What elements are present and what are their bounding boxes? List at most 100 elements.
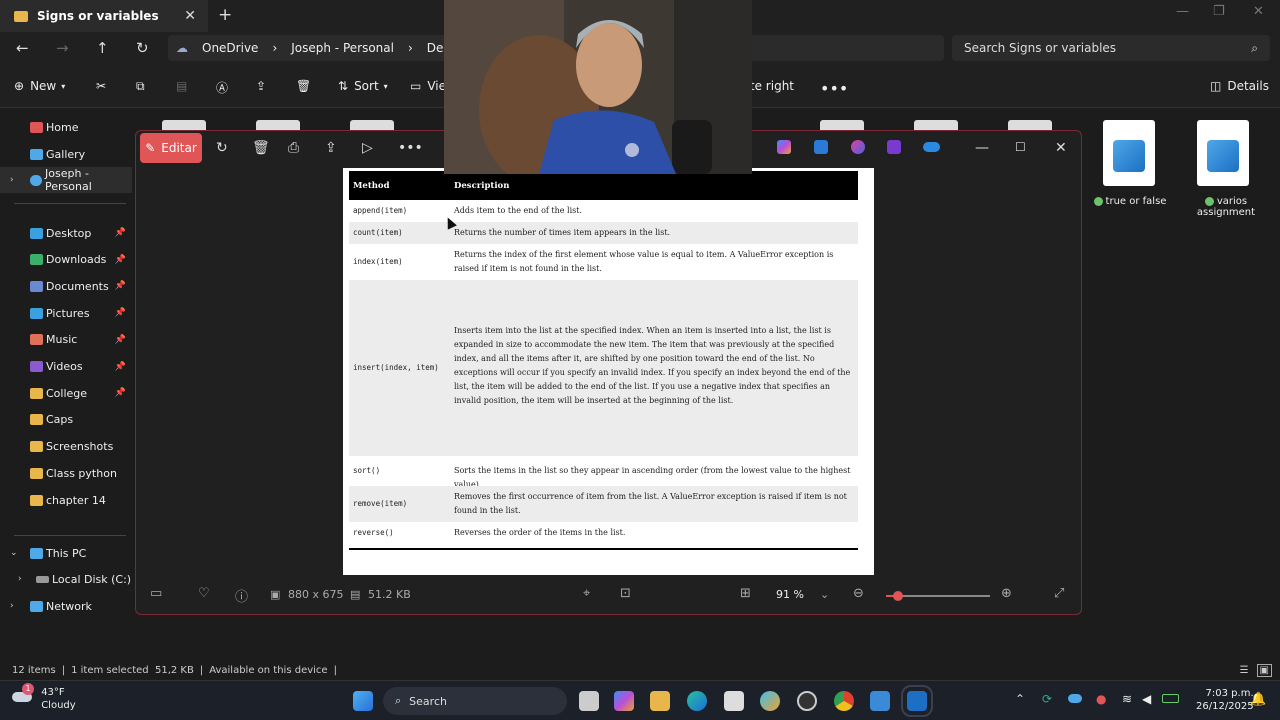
up-arrow-icon[interactable]: ↑ bbox=[96, 39, 109, 57]
designer-icon[interactable] bbox=[851, 140, 865, 154]
tab-signs-or-variables[interactable]: Signs or variables ✕ bbox=[0, 0, 208, 32]
sidebar-item-gallery[interactable]: Gallery bbox=[0, 141, 132, 167]
notification-bell-icon[interactable]: 🔔 bbox=[1250, 692, 1266, 707]
close-window-button[interactable]: ✕ bbox=[1253, 4, 1264, 19]
details-button[interactable]: ◫ Details bbox=[1210, 79, 1269, 93]
onedrive-icon[interactable] bbox=[923, 142, 940, 152]
share-icon[interactable]: ⇪ bbox=[325, 140, 337, 156]
print-icon[interactable]: ⎙ bbox=[288, 140, 299, 156]
share-icon[interactable]: ⇪ bbox=[256, 79, 266, 93]
copilot-icon[interactable] bbox=[614, 691, 634, 711]
more-options-icon[interactable]: ••• bbox=[398, 140, 423, 156]
file-thumbnail[interactable] bbox=[914, 120, 958, 130]
sidebar-item-desktop[interactable]: Desktop 📌 bbox=[0, 220, 132, 246]
new-button[interactable]: ⊕ New ▾ bbox=[14, 79, 65, 93]
favorite-heart-icon[interactable]: ♡ bbox=[198, 586, 210, 601]
onedrive-tray-icon[interactable] bbox=[1068, 694, 1082, 703]
details-view-icon[interactable]: ☰ bbox=[1240, 665, 1249, 676]
maximize-button[interactable]: ❐ bbox=[1213, 4, 1225, 19]
delete-icon[interactable]: 🗑 bbox=[296, 79, 311, 93]
wifi-icon[interactable]: ≋ bbox=[1122, 692, 1132, 706]
paste-icon[interactable]: ▤ bbox=[176, 79, 187, 93]
breadcrumb-onedrive[interactable]: OneDrive bbox=[202, 41, 258, 55]
task-view-icon[interactable] bbox=[579, 691, 599, 711]
start-windows-icon[interactable] bbox=[353, 691, 373, 711]
copy-icon[interactable]: ⧉ bbox=[136, 79, 145, 94]
sidebar-item-network[interactable]: › Network bbox=[0, 593, 132, 619]
info-icon[interactable]: ⓘ bbox=[235, 586, 248, 605]
chevron-right-icon[interactable]: › bbox=[18, 574, 22, 584]
chevron-down-icon[interactable]: ⌄ bbox=[820, 588, 829, 601]
chevron-down-icon[interactable]: ⌄ bbox=[10, 548, 18, 558]
breadcrumb-joseph[interactable]: Joseph - Personal bbox=[291, 41, 394, 55]
maximize-button[interactable]: ☐ bbox=[1015, 140, 1026, 154]
sidebar-item-college[interactable]: College 📌 bbox=[0, 380, 132, 406]
back-arrow-icon[interactable]: ← bbox=[16, 39, 29, 57]
fit-to-window-icon[interactable]: ⊞ bbox=[740, 586, 751, 601]
sidebar-item-documents[interactable]: Documents 📌 bbox=[0, 273, 132, 299]
taskbar-search[interactable]: ⌕ Search bbox=[383, 687, 567, 715]
minimize-button[interactable]: — bbox=[1176, 4, 1189, 19]
chevron-right-icon[interactable]: › bbox=[10, 175, 14, 185]
file-thumbnail-varios-assignment[interactable] bbox=[1197, 120, 1249, 186]
delete-icon[interactable]: 🗑 bbox=[252, 140, 270, 156]
minimize-button[interactable]: — bbox=[975, 140, 989, 156]
sidebar-item-music[interactable]: Music 📌 bbox=[0, 327, 132, 353]
file-thumbnail[interactable] bbox=[1008, 120, 1052, 130]
obs-icon[interactable] bbox=[797, 691, 817, 711]
volume-icon[interactable]: ◀ bbox=[1142, 692, 1151, 706]
clipchamp-icon[interactable] bbox=[887, 140, 901, 154]
sidebar-item-local-disk[interactable]: › Local Disk (C:) bbox=[0, 566, 132, 592]
more-options-icon[interactable]: ••• bbox=[820, 79, 848, 98]
close-tab-icon[interactable]: ✕ bbox=[184, 8, 196, 24]
refresh-icon[interactable]: ↻ bbox=[136, 39, 149, 57]
new-tab-button[interactable]: + bbox=[218, 5, 232, 25]
text-recognition-icon[interactable]: ⊡ bbox=[620, 586, 631, 601]
chevron-up-icon[interactable]: ⌃ bbox=[1015, 692, 1025, 706]
sidebar-item-joseph-personal[interactable]: › Joseph - Personal bbox=[0, 167, 132, 193]
sidebar-item-chapter-14[interactable]: chapter 14 bbox=[0, 487, 132, 513]
sidebar-item-screenshots[interactable]: Screenshots bbox=[0, 434, 132, 460]
file-thumbnail[interactable] bbox=[256, 120, 300, 130]
weather-widget[interactable]: 1 43°F Cloudy bbox=[12, 683, 76, 712]
sidebar-item-this-pc[interactable]: ⌄ This PC bbox=[0, 540, 132, 566]
forward-arrow-icon[interactable]: → bbox=[56, 39, 69, 57]
sidebar-item-pictures[interactable]: Pictures 📌 bbox=[0, 300, 132, 326]
filmstrip-icon[interactable]: ▭ bbox=[150, 586, 162, 601]
zoom-in-icon[interactable]: ⊕ bbox=[1001, 586, 1012, 601]
close-button[interactable]: ✕ bbox=[1055, 140, 1067, 156]
search-box[interactable]: Search Signs or variables ⌕ bbox=[952, 35, 1270, 61]
copilot-icon[interactable] bbox=[777, 140, 791, 154]
sidebar-item-downloads[interactable]: Downloads 📌 bbox=[0, 247, 132, 273]
file-thumbnail[interactable] bbox=[162, 120, 206, 130]
view-button[interactable]: ▭ View bbox=[410, 79, 444, 93]
photos-icon[interactable] bbox=[901, 685, 933, 717]
edit-button[interactable]: ✎ Editar bbox=[140, 133, 202, 163]
sort-button[interactable]: ⇅ Sort ▾ bbox=[338, 79, 388, 93]
rotate-icon[interactable]: ↻ bbox=[216, 140, 228, 156]
zoom-level[interactable]: 91 % bbox=[776, 588, 804, 601]
file-thumbnail[interactable] bbox=[350, 120, 394, 130]
microphone-icon[interactable]: ● bbox=[1096, 692, 1106, 706]
battery-icon[interactable] bbox=[1162, 694, 1179, 703]
python-icon[interactable] bbox=[760, 691, 780, 711]
large-icons-view-icon[interactable]: ▣ bbox=[1256, 663, 1272, 677]
sidebar-item-class-python[interactable]: Class python bbox=[0, 460, 132, 486]
chevron-right-icon[interactable]: › bbox=[10, 601, 14, 611]
file-explorer-icon[interactable] bbox=[650, 691, 670, 711]
file-thumbnail[interactable] bbox=[820, 120, 864, 130]
rename-icon[interactable]: Ⓐ bbox=[216, 79, 228, 96]
zoom-slider[interactable] bbox=[886, 591, 990, 601]
file-thumbnail-true-or-false[interactable] bbox=[1103, 120, 1155, 186]
rotate-right-button[interactable]: Rotate right bbox=[752, 79, 794, 93]
file-label[interactable]: true or false bbox=[1092, 196, 1168, 207]
sidebar-item-videos[interactable]: Videos 📌 bbox=[0, 354, 132, 380]
clock[interactable]: 7:03 p.m. 26/12/2025 bbox=[1196, 687, 1254, 713]
sync-icon[interactable]: ⟳ bbox=[1042, 692, 1052, 706]
photos-app-icon[interactable] bbox=[814, 140, 828, 154]
zoom-slider-knob[interactable] bbox=[893, 591, 904, 601]
file-label[interactable]: varios assignment bbox=[1186, 196, 1266, 218]
full-screen-icon[interactable]: ⤢ bbox=[1054, 586, 1064, 601]
visual-search-icon[interactable]: ⌖ bbox=[583, 586, 590, 601]
sidebar-item-caps[interactable]: Caps bbox=[0, 407, 132, 433]
